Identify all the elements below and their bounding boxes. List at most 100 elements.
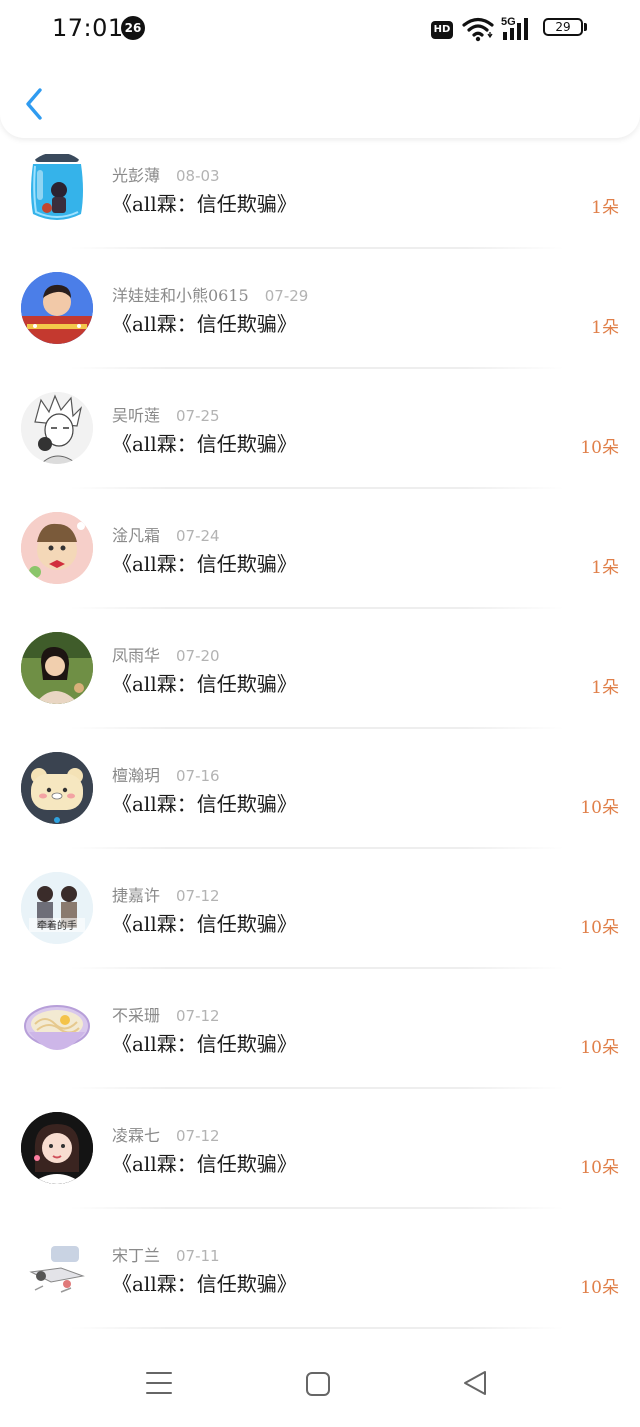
baby-with-bow-avatar-icon (21, 512, 93, 584)
user-name: 檀瀚玥 07-16 (112, 762, 220, 786)
book-title: 《all霖：信任欺骗》 (112, 552, 297, 576)
list-item[interactable]: 凤雨华 07-20 《all霖：信任欺骗》 1朵 (0, 620, 640, 740)
flower-count: 1朵 (591, 558, 619, 578)
anime-sketch-boy-avatar-icon (21, 392, 93, 464)
post-date: 07-11 (176, 1247, 220, 1265)
status-time: 17:01 (52, 14, 124, 42)
network-type-label: 5G (501, 16, 516, 28)
hd-icon: HD (431, 21, 453, 39)
book-title: 《all霖：信任欺骗》 (112, 1152, 297, 1176)
divider (70, 367, 564, 369)
triangle-back-icon[interactable] (461, 1369, 489, 1397)
wifi-icon (462, 17, 494, 42)
divider (70, 727, 564, 729)
list-item[interactable]: 洋娃娃和小熊0615 07-29 《all霖：信任欺骗》 1朵 (0, 260, 640, 380)
back-button[interactable] (20, 84, 50, 124)
glass-jar-figure-avatar-icon (31, 154, 83, 220)
divider (70, 847, 564, 849)
flower-count: 10朵 (580, 438, 619, 458)
user-name-text: 凌霖七 (112, 1126, 161, 1145)
girl-portrait-avatar-icon (21, 1112, 93, 1184)
list-item[interactable]: 凌霖七 07-12 《all霖：信任欺骗》 10朵 (0, 1100, 640, 1220)
post-date: 07-25 (176, 407, 220, 425)
list-item[interactable]: 光彭薄 08-03 《all霖：信任欺骗》 1朵 (0, 140, 640, 260)
divider (70, 607, 564, 609)
avatar[interactable] (21, 1112, 93, 1184)
book-title: 《all霖：信任欺骗》 (112, 1032, 297, 1056)
user-name-text: 捷嘉许 (112, 886, 161, 905)
flower-count: 1朵 (591, 678, 619, 698)
top-header: 17:01 26 HD 5G 29 (0, 0, 640, 138)
user-name-text: 凤雨华 (112, 646, 161, 665)
divider (70, 1207, 564, 1209)
avatar[interactable] (21, 392, 93, 464)
avatar-caption: 牵着的手 (37, 919, 77, 932)
young-man-portrait-avatar-icon (21, 272, 93, 344)
square-home-icon[interactable] (304, 1370, 332, 1398)
user-name: 宋丁兰 07-11 (112, 1242, 220, 1266)
user-name-text: 淦凡霜 (112, 526, 161, 545)
book-title: 《all霖：信任欺骗》 (112, 192, 297, 216)
couple-photo-avatar-icon: 牵着的手 (21, 872, 93, 944)
user-name-text: 檀瀚玥 (112, 766, 161, 785)
list-item[interactable]: 吴听莲 07-25 《all霖：信任欺骗》 10朵 (0, 380, 640, 500)
avatar[interactable] (21, 152, 93, 224)
user-name: 吴听莲 07-25 (112, 402, 220, 426)
avatar[interactable] (21, 752, 93, 824)
flower-count: 10朵 (580, 1278, 619, 1298)
book-title: 《all霖：信任欺骗》 (112, 312, 297, 336)
avatar[interactable] (21, 512, 93, 584)
user-name: 不采珊 07-12 (112, 1002, 220, 1026)
divider (70, 487, 564, 489)
user-name-text: 洋娃娃和小熊0615 (112, 286, 249, 305)
flower-count: 10朵 (580, 1038, 619, 1058)
status-bar: 17:01 26 HD 5G 29 (0, 0, 640, 56)
post-date: 07-12 (176, 1127, 220, 1145)
sketch-scene-avatar-icon (21, 1232, 93, 1304)
book-title: 《all霖：信任欺骗》 (112, 912, 297, 936)
list-item[interactable]: 不采珊 07-12 《all霖：信任欺骗》 10朵 (0, 980, 640, 1100)
cellular-signal-icon: 5G (501, 16, 528, 40)
avatar[interactable] (21, 272, 93, 344)
book-title: 《all霖：信任欺骗》 (112, 672, 297, 696)
notification-count-badge: 26 (121, 16, 145, 40)
post-date: 07-16 (176, 767, 220, 785)
avatar[interactable] (21, 992, 93, 1064)
bear-cartoon-avatar-icon (21, 752, 93, 824)
user-name-text: 光彭薄 (112, 166, 161, 185)
user-name: 凤雨华 07-20 (112, 642, 220, 666)
post-date: 07-20 (176, 647, 220, 665)
battery-icon: 29 (543, 18, 589, 40)
list-item[interactable]: 淦凡霜 07-24 《all霖：信任欺骗》 1朵 (0, 500, 640, 620)
list-item[interactable]: 宋丁兰 07-11 《all霖：信任欺骗》 10朵 (0, 1220, 640, 1340)
divider (70, 1087, 564, 1089)
avatar[interactable]: 牵着的手 (21, 872, 93, 944)
user-name: 洋娃娃和小熊0615 07-29 (112, 282, 308, 306)
avatar[interactable] (21, 632, 93, 704)
book-title: 《all霖：信任欺骗》 (112, 1272, 297, 1296)
post-date: 07-12 (176, 1007, 220, 1025)
list-item[interactable]: 檀瀚玥 07-16 《all霖：信任欺骗》 10朵 (0, 740, 640, 860)
system-nav-bar (0, 1340, 640, 1427)
flower-count: 1朵 (591, 198, 619, 218)
user-name-text: 不采珊 (112, 1006, 161, 1025)
user-name-text: 宋丁兰 (112, 1246, 161, 1265)
girl-outdoors-avatar-icon (21, 632, 93, 704)
avatar[interactable] (21, 1232, 93, 1304)
book-title: 《all霖：信任欺骗》 (112, 432, 297, 456)
user-name: 光彭薄 08-03 (112, 162, 220, 186)
user-name-text: 吴听莲 (112, 406, 161, 425)
flower-count: 10朵 (580, 1158, 619, 1178)
post-date: 08-03 (176, 167, 220, 185)
post-date: 07-12 (176, 887, 220, 905)
flower-count: 10朵 (580, 798, 619, 818)
divider (70, 967, 564, 969)
noodle-bowl-avatar-icon (21, 992, 93, 1064)
flower-count: 10朵 (580, 918, 619, 938)
list-item[interactable]: 牵着的手 捷嘉许 07-12 《all霖：信任欺骗》 10朵 (0, 860, 640, 980)
user-name: 淦凡霜 07-24 (112, 522, 220, 546)
divider (70, 1327, 564, 1329)
menu-icon[interactable] (145, 1370, 173, 1396)
book-title: 《all霖：信任欺骗》 (112, 792, 297, 816)
post-date: 07-24 (176, 527, 220, 545)
